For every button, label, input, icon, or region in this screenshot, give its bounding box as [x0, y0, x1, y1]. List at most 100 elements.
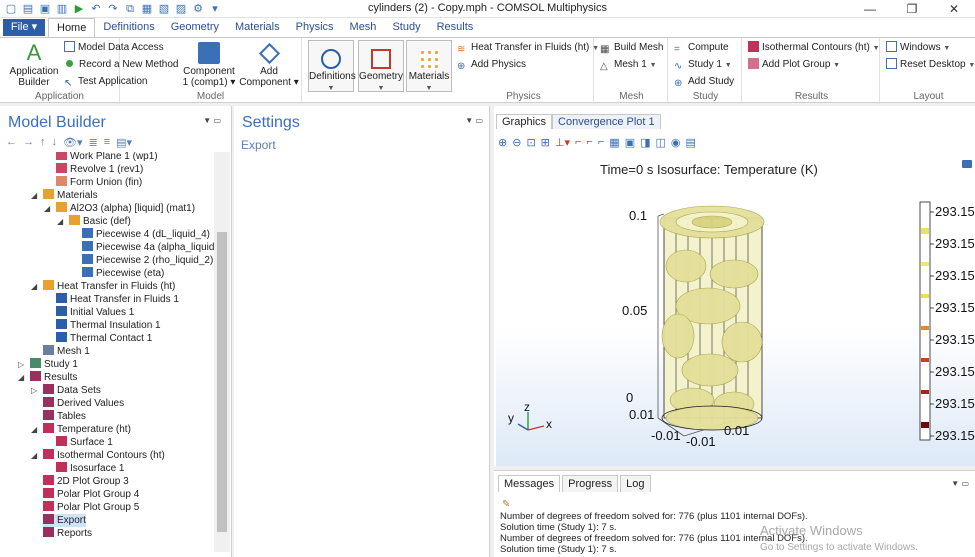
collapse-arrow-icon[interactable]: ◢: [31, 423, 37, 436]
file-menu-button[interactable]: File ▾: [3, 19, 45, 36]
expand-all-icon[interactable]: ≣: [89, 136, 98, 149]
tree-item[interactable]: ◢ Isothermal Contours (ht): [31, 449, 165, 462]
tree-item[interactable]: Isosurface 1: [56, 462, 124, 475]
tree-item[interactable]: ◢ Materials: [31, 189, 98, 202]
tab-results[interactable]: Results: [429, 18, 482, 37]
geometry-button[interactable]: Geometry ▼: [358, 40, 404, 92]
tree-item[interactable]: Polar Plot Group 5: [43, 501, 139, 514]
materials-button[interactable]: Materials ▼: [406, 40, 452, 92]
panel-menu-icon[interactable]: ▼ ▭: [203, 116, 221, 125]
tree-item[interactable]: Tables: [43, 410, 86, 423]
axis-orientation-icon[interactable]: ⊥▾: [555, 136, 570, 149]
tab-messages[interactable]: Messages: [498, 475, 561, 492]
tree-item[interactable]: Reports: [43, 527, 92, 540]
axis-toggle-icon[interactable]: ▣: [625, 136, 635, 149]
settings-menu-icon[interactable]: ▼ ▭: [465, 116, 483, 125]
tree-item[interactable]: Work Plane 1 (wp1): [56, 152, 158, 163]
zoom-extents-icon[interactable]: ⊞: [541, 136, 550, 149]
add-component-button[interactable]: Add Component ▾: [238, 42, 300, 88]
tab-progress[interactable]: Progress: [562, 475, 619, 492]
clear-messages-icon[interactable]: ✎: [502, 499, 510, 510]
collapse-all-icon[interactable]: ≡: [104, 136, 110, 149]
grid-toggle-icon[interactable]: ▦: [609, 136, 619, 149]
zoom-box-icon[interactable]: ⊡: [526, 136, 535, 149]
add-study-button[interactable]: ⊕ Add Study: [674, 75, 734, 89]
tree-item[interactable]: Piecewise 4 (dL_liquid_4): [82, 228, 210, 241]
collapse-arrow-icon[interactable]: ◢: [18, 371, 24, 384]
expand-arrow-icon[interactable]: ▷: [18, 358, 24, 371]
collapse-arrow-icon[interactable]: ◢: [31, 280, 37, 293]
back-arrow-icon[interactable]: ←: [6, 136, 17, 149]
tab-log[interactable]: Log: [620, 475, 651, 492]
add-plot-group-button[interactable]: Add Plot Group ▼: [748, 58, 840, 72]
model-tree-scrollbar[interactable]: [214, 152, 230, 552]
tab-mesh[interactable]: Mesh: [342, 18, 385, 37]
down-arrow-icon[interactable]: ↓: [52, 136, 58, 149]
tree-item[interactable]: Thermal Contact 1: [56, 332, 152, 345]
tree-item[interactable]: Surface 1: [56, 436, 113, 449]
component-button[interactable]: Component 1 (comp1) ▾: [180, 42, 238, 88]
zoom-in-icon[interactable]: ⊕: [498, 136, 507, 149]
tab-geometry[interactable]: Geometry: [163, 18, 227, 37]
forward-arrow-icon[interactable]: →: [23, 136, 34, 149]
tree-item[interactable]: ◢ Basic (def): [57, 215, 131, 228]
tab-definitions[interactable]: Definitions: [95, 18, 162, 37]
print-icon[interactable]: ▤: [686, 136, 696, 149]
tree-item[interactable]: Revolve 1 (rev1): [56, 163, 143, 176]
tree-item[interactable]: Initial Values 1: [56, 306, 134, 319]
tree-item[interactable]: Piecewise 4a (alpha_liquid): [82, 241, 214, 254]
add-physics-button[interactable]: ⊕ Add Physics: [457, 58, 526, 72]
tree-item[interactable]: 2D Plot Group 3: [43, 475, 129, 488]
tree-item[interactable]: ◢ Temperature (ht): [31, 423, 131, 436]
tab-graphics[interactable]: Graphics: [496, 114, 553, 129]
tree-item[interactable]: ▷ Study 1: [18, 358, 78, 371]
isothermal-contours-button[interactable]: Isothermal Contours (ht) ▼: [748, 41, 880, 55]
tree-item[interactable]: ▷ Data Sets: [31, 384, 101, 397]
tab-home[interactable]: Home: [48, 18, 96, 37]
view-xy-icon[interactable]: ⌐: [575, 136, 581, 149]
tree-menu-icon[interactable]: ▤▾: [116, 136, 132, 149]
camera-icon[interactable]: ◉: [671, 136, 681, 149]
tree-item[interactable]: Derived Values: [43, 397, 124, 410]
collapse-arrow-icon[interactable]: ◢: [31, 449, 37, 462]
legend-corner-icon[interactable]: [962, 160, 972, 168]
heat-transfer-fluids-button[interactable]: ≋ Heat Transfer in Fluids (ht) ▼: [457, 41, 599, 55]
collapse-arrow-icon[interactable]: ◢: [31, 189, 37, 202]
tab-study[interactable]: Study: [384, 18, 428, 37]
tree-item[interactable]: Heat Transfer in Fluids 1: [56, 293, 179, 306]
collapse-arrow-icon[interactable]: ◢: [44, 202, 50, 215]
tab-physics[interactable]: Physics: [288, 18, 342, 37]
wireframe-icon[interactable]: ◨: [640, 136, 650, 149]
scrollbar-thumb[interactable]: [217, 232, 227, 532]
tree-item[interactable]: Piecewise (eta): [82, 267, 164, 280]
reset-desktop-button[interactable]: Reset Desktop ▼: [886, 58, 975, 72]
build-mesh-button[interactable]: ▦ Build Mesh: [600, 41, 663, 55]
transparency-icon[interactable]: ◫: [656, 136, 666, 149]
expand-arrow-icon[interactable]: ▷: [31, 384, 37, 397]
restore-button[interactable]: ❐: [891, 0, 933, 18]
close-button[interactable]: ✕: [933, 0, 975, 18]
tree-item[interactable]: Export: [43, 514, 86, 527]
compute-button[interactable]: = Compute: [674, 41, 729, 55]
minimize-button[interactable]: —: [849, 0, 891, 18]
tab-convergence-plot[interactable]: Convergence Plot 1: [552, 114, 661, 129]
messages-menu-icon[interactable]: ▼ ▭: [951, 479, 969, 488]
tree-item[interactable]: Polar Plot Group 4: [43, 488, 139, 501]
up-arrow-icon[interactable]: ↑: [40, 136, 46, 149]
view-yz-icon[interactable]: ⌐: [586, 136, 592, 149]
tree-item[interactable]: Mesh 1: [43, 345, 90, 358]
tree-item[interactable]: Piecewise 2 (rho_liquid_2): [82, 254, 213, 267]
tree-item[interactable]: Thermal Insulation 1: [56, 319, 161, 332]
application-builder-button[interactable]: A Application Builder: [6, 42, 62, 89]
tree-item[interactable]: ◢ Heat Transfer in Fluids (ht): [31, 280, 175, 293]
zoom-out-icon[interactable]: ⊖: [512, 136, 521, 149]
tab-materials[interactable]: Materials: [227, 18, 288, 37]
tree-item[interactable]: ◢ Results: [18, 371, 77, 384]
collapse-arrow-icon[interactable]: ◢: [57, 215, 63, 228]
study1-button[interactable]: ∿ Study 1 ▼: [674, 58, 732, 72]
windows-button[interactable]: Windows ▼: [886, 41, 950, 55]
definitions-button[interactable]: Definitions ▼: [308, 40, 356, 92]
tree-item[interactable]: ◢ Al2O3 (alpha) [liquid] (mat1): [44, 202, 195, 215]
show-icon[interactable]: 👁▾: [63, 136, 83, 149]
graphics-canvas[interactable]: Time=0 s Isosurface: Temperature (K) 0.1…: [496, 156, 975, 466]
